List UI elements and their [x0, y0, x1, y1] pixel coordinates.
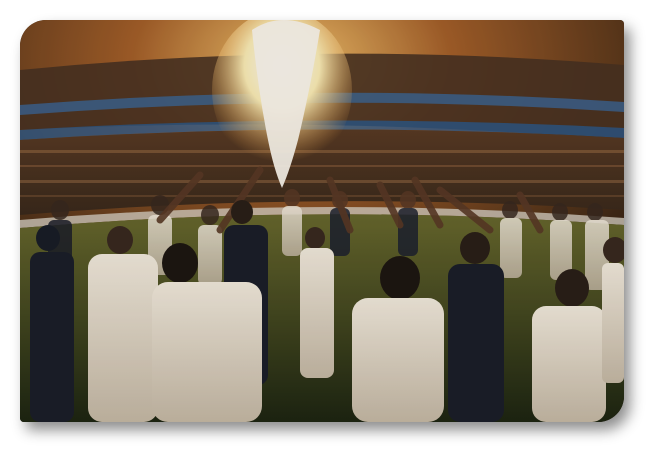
vignette	[20, 20, 624, 422]
stadium-photo	[20, 20, 624, 422]
photo-frame	[20, 20, 624, 422]
